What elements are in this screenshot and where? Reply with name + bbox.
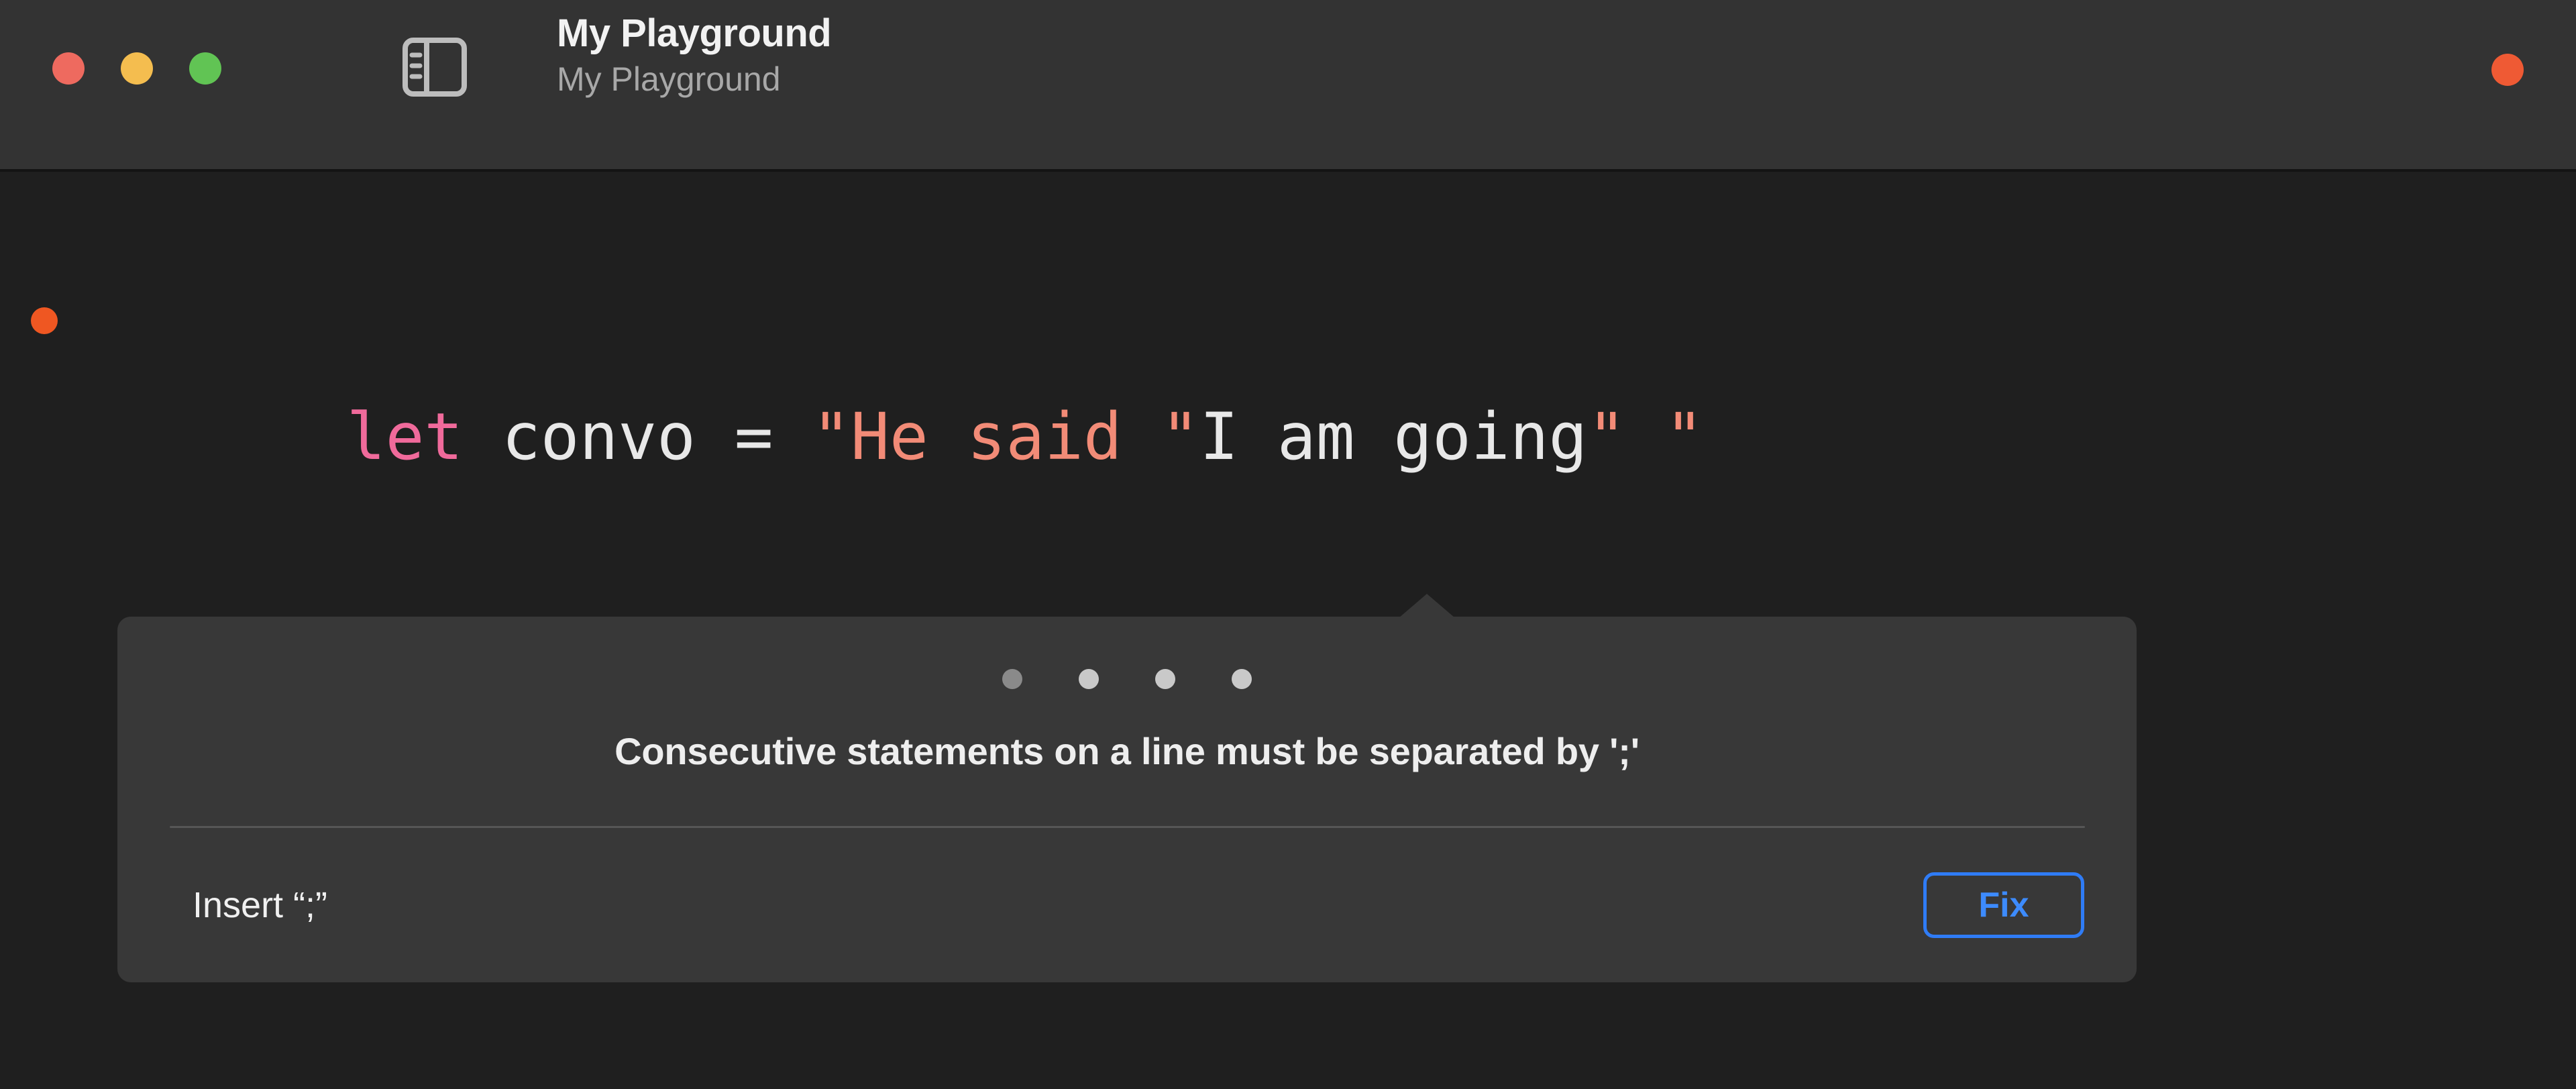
page-dot-2[interactable] — [1079, 669, 1099, 689]
error-marker-icon[interactable] — [31, 307, 58, 334]
code-editor-area[interactable]: let convo = "He said "I am going" " Cons… — [0, 172, 2576, 1089]
popover-page-dots[interactable] — [117, 669, 2137, 689]
window-title-block: My Playground My Playground — [557, 11, 832, 99]
build-error-indicator[interactable] — [2491, 54, 2524, 86]
fix-button[interactable]: Fix — [1923, 872, 2084, 938]
close-window-button[interactable] — [52, 52, 85, 85]
sidebar-toggle-icon[interactable] — [401, 35, 468, 99]
code-token-keyword: let — [346, 399, 464, 474]
popover-divider — [170, 826, 2085, 828]
code-token-plain-1: convo = — [463, 399, 812, 474]
page-dot-1[interactable] — [1002, 669, 1022, 689]
code-line-1[interactable]: let convo = "He said "I am going" " — [0, 266, 2576, 474]
traffic-light-group — [52, 52, 221, 85]
fix-it-row: Insert “;” Fix — [117, 855, 2137, 955]
code-token-string-2: " " — [1587, 399, 1704, 474]
window-subtitle: My Playground — [557, 60, 781, 99]
minimize-window-button[interactable] — [121, 52, 153, 85]
code-token-plain-2: I am going — [1199, 399, 1588, 474]
fix-it-label: Insert “;” — [193, 885, 328, 925]
page-dot-3[interactable] — [1155, 669, 1175, 689]
page-title: My Playground — [557, 11, 832, 55]
page-dot-4[interactable] — [1232, 669, 1252, 689]
diagnostic-popover[interactable]: Consecutive statements on a line must be… — [117, 594, 2137, 982]
code-token-string-1: "He said " — [812, 399, 1200, 474]
popover-caret — [1399, 594, 1455, 618]
window-titlebar: My Playground My Playground — [0, 0, 2576, 172]
diagnostic-message: Consecutive statements on a line must be… — [614, 730, 1640, 772]
maximize-window-button[interactable] — [189, 52, 221, 85]
code-line-text: let convo = "He said "I am going" " — [114, 266, 1704, 608]
